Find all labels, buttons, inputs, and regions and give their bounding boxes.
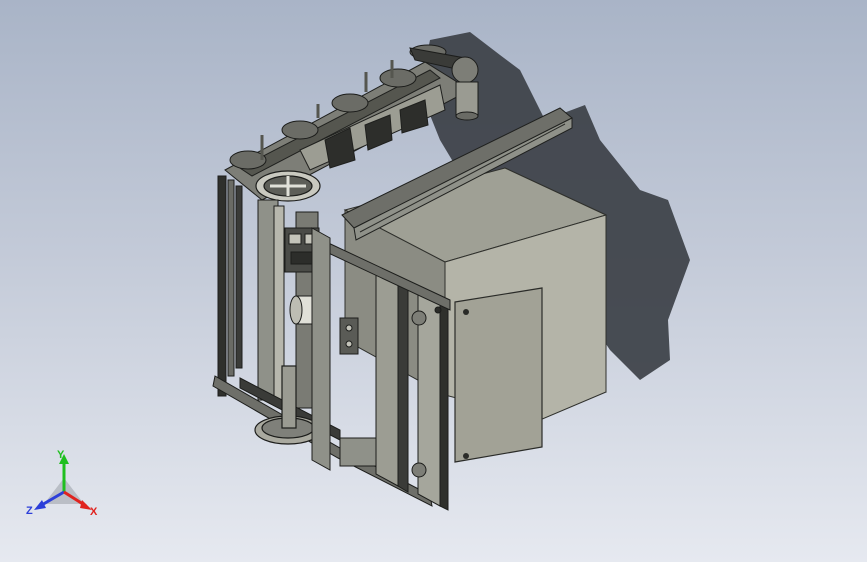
z-axis-label: Z [26,505,33,517]
y-axis-label: Y [57,449,65,461]
graphics-viewport[interactable]: Y Z X [0,0,867,562]
hopper-door[interactable] [454,287,543,463]
z-axis-arrow [34,500,46,510]
coordinate-triad-icon: Y Z X [26,449,98,518]
top-handwheel[interactable] [255,170,321,202]
sensor-block[interactable] [339,317,359,355]
assembly-model[interactable] [0,0,867,562]
x-axis-label: X [90,506,98,518]
left-frame[interactable] [217,175,319,409]
